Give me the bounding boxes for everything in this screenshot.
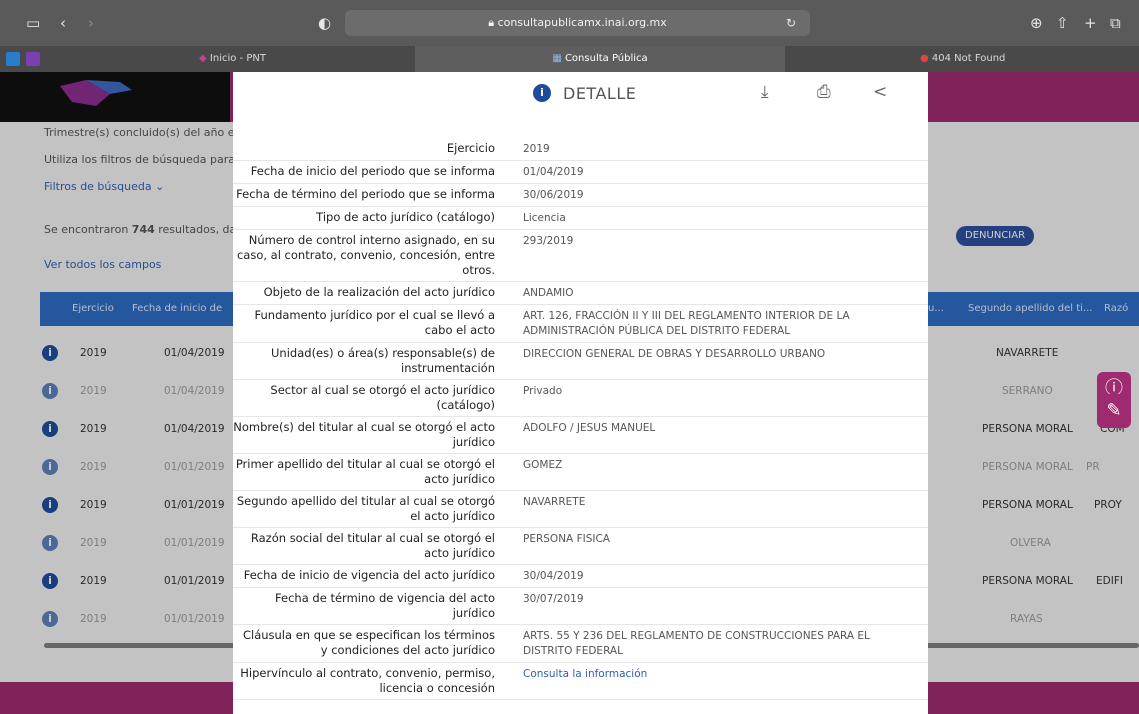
sidebar-icon[interactable]: ▭ [26, 0, 40, 46]
detail-row: Nombre(s) del titular al cual se otorgó … [233, 417, 928, 454]
tab-label: Inicio - PNT [209, 53, 266, 64]
detail-label: Fecha de inicio del periodo que se infor… [250, 164, 495, 178]
modal-header: i DETALLE ⤓ ⎙ < [233, 72, 928, 116]
detail-row: Cláusula en que se especifican los térmi… [233, 625, 928, 663]
info-icon: i [533, 84, 551, 102]
detail-row: Razón social del titular al cual se otor… [233, 528, 928, 565]
share-icon[interactable]: < [873, 82, 887, 102]
download-icon[interactable]: ⊕ [1030, 0, 1043, 46]
detail-value: Licencia [523, 212, 566, 224]
tab-favicon-icon: ● [920, 53, 932, 64]
back-icon[interactable]: ‹ [60, 0, 66, 46]
detail-row: Primer apellido del titular al cual se o… [233, 454, 928, 491]
pinned-tab-icon[interactable] [26, 52, 40, 66]
share-icon[interactable]: ⇧ [1056, 0, 1069, 46]
detail-value: DIRECCION GENERAL DE OBRAS Y DESARROLLO … [523, 348, 826, 360]
modal-title: DETALLE [563, 84, 637, 103]
detail-value: 30/04/2019 [523, 570, 584, 582]
detail-value: 293/2019 [523, 235, 574, 247]
detail-value: ANDAMIO [523, 287, 574, 299]
detail-value: Privado [523, 385, 563, 397]
print-icon[interactable]: ⎙ [817, 82, 831, 102]
detail-value: GOMEZ [523, 459, 563, 471]
detail-label: Sector al cual se otorgó el acto jurídic… [270, 383, 495, 412]
detail-label: Cláusula en que se especifican los térmi… [242, 628, 495, 657]
detail-row: Segundo apellido del titular al cual se … [233, 491, 928, 528]
detail-row: Fecha de inicio del periodo que se infor… [233, 161, 928, 184]
tab-label: Consulta Pública [564, 53, 648, 64]
detail-rows: Ejercicio 2019 Fecha de inicio del periodo… [233, 138, 928, 700]
detail-value: 30/06/2019 [523, 189, 584, 201]
tab-label: 404 Not Found [931, 53, 1006, 64]
detail-value: NAVARRETE [523, 496, 586, 508]
detail-label: Unidad(es) o área(s) responsable(s) de i… [271, 346, 495, 375]
detail-label: Fecha de término del periodo que se info… [236, 187, 495, 201]
detail-modal: i DETALLE ⤓ ⎙ < Ejercicio 2019 Fecha de in… [233, 72, 928, 714]
tab-404[interactable]: ● 404 Not Found [920, 46, 1139, 72]
tab-favicon-icon: ◆ [199, 53, 210, 64]
detail-label: Tipo de acto jurídico (catálogo) [316, 210, 495, 224]
detail-row: Unidad(es) o área(s) responsable(s) de i… [233, 343, 928, 380]
detail-value: 01/04/2019 [523, 166, 584, 178]
pinned-tab-icon[interactable] [6, 52, 20, 66]
privacy-shield-icon[interactable]: ◐ [318, 0, 331, 46]
detail-label: Hipervínculo al contrato, convenio, perm… [240, 666, 495, 695]
detail-value: 30/07/2019 [523, 593, 584, 605]
detail-label: Ejercicio [446, 141, 495, 155]
new-tab-icon[interactable]: + [1084, 0, 1097, 46]
lock-icon: 🔒︎ [488, 16, 498, 29]
url-text: consultapublicamx.inai.org.mx [497, 16, 667, 29]
detail-label: Fecha de inicio de vigencia del acto jur… [243, 568, 495, 582]
detail-value: ARTS. 55 Y 236 DEL REGLAMENTO DE CONSTRU… [523, 630, 870, 657]
tab-inicio[interactable]: ◆ Inicio - PNT [50, 46, 415, 72]
detail-row: Sector al cual se otorgó el acto jurídic… [233, 380, 928, 417]
detail-row: Ejercicio 2019 [233, 138, 928, 161]
detail-value: 2019 [523, 143, 550, 155]
detail-row: Número de control interno asignado, en s… [233, 230, 928, 282]
detail-label: Razón social del titular al cual se otor… [250, 531, 495, 560]
url-bar[interactable]: 🔒︎ consultapublicamx.inai.org.mx [345, 10, 810, 36]
tab-favicon-icon: ▦ [552, 53, 565, 64]
detail-link[interactable]: Consulta la información [505, 663, 910, 699]
detail-row: Fundamento jurídico por el cual se llevó… [233, 305, 928, 343]
detail-row: Fecha de inicio de vigencia del acto jur… [233, 565, 928, 588]
wrench-icon: ✎ [1106, 400, 1122, 421]
detail-label: Fecha de término de vigencia del acto ju… [275, 591, 495, 620]
detail-label: Nombre(s) del titular al cual se otorgó … [233, 420, 495, 449]
detail-row: Tipo de acto jurídico (catálogo) Licencia [233, 207, 928, 230]
detail-label: Objeto de la realización del acto jurídi… [263, 285, 495, 299]
download-icon[interactable]: ⤓ [761, 82, 769, 102]
detail-label: Fundamento jurídico por el cual se llevó… [254, 308, 495, 337]
detail-row: Fecha de término de vigencia del acto ju… [233, 588, 928, 625]
detail-label: Segundo apellido del titular al cual se … [236, 494, 495, 523]
detail-label: Primer apellido del titular al cual se o… [235, 457, 495, 486]
tools-button[interactable]: ✎ [1097, 394, 1131, 428]
detail-value: PERSONA FISICA [523, 533, 610, 545]
forward-icon[interactable]: › [88, 0, 94, 46]
detail-row: Hipervínculo al contrato, convenio, perm… [233, 663, 928, 700]
detail-value: ART. 126, FRACCIÓN II Y III DEL REGLAMEN… [523, 310, 850, 337]
detail-value: ADOLFO / JESUS MANUEL [523, 422, 656, 434]
detail-row: Objeto de la realización del acto jurídi… [233, 282, 928, 305]
detail-row: Fecha de término del periodo que se info… [233, 184, 928, 207]
tab-overview-icon[interactable]: ⧉ [1110, 0, 1121, 46]
reload-icon[interactable]: ↻ [786, 0, 796, 46]
detail-label: Número de control interno asignado, en s… [236, 233, 495, 277]
browser-toolbar: ▭ ‹ › ◐ 🔒︎ consultapublicamx.inai.org.mx… [0, 0, 1139, 46]
tab-consulta[interactable]: ▦ Consulta Pública [415, 46, 785, 72]
